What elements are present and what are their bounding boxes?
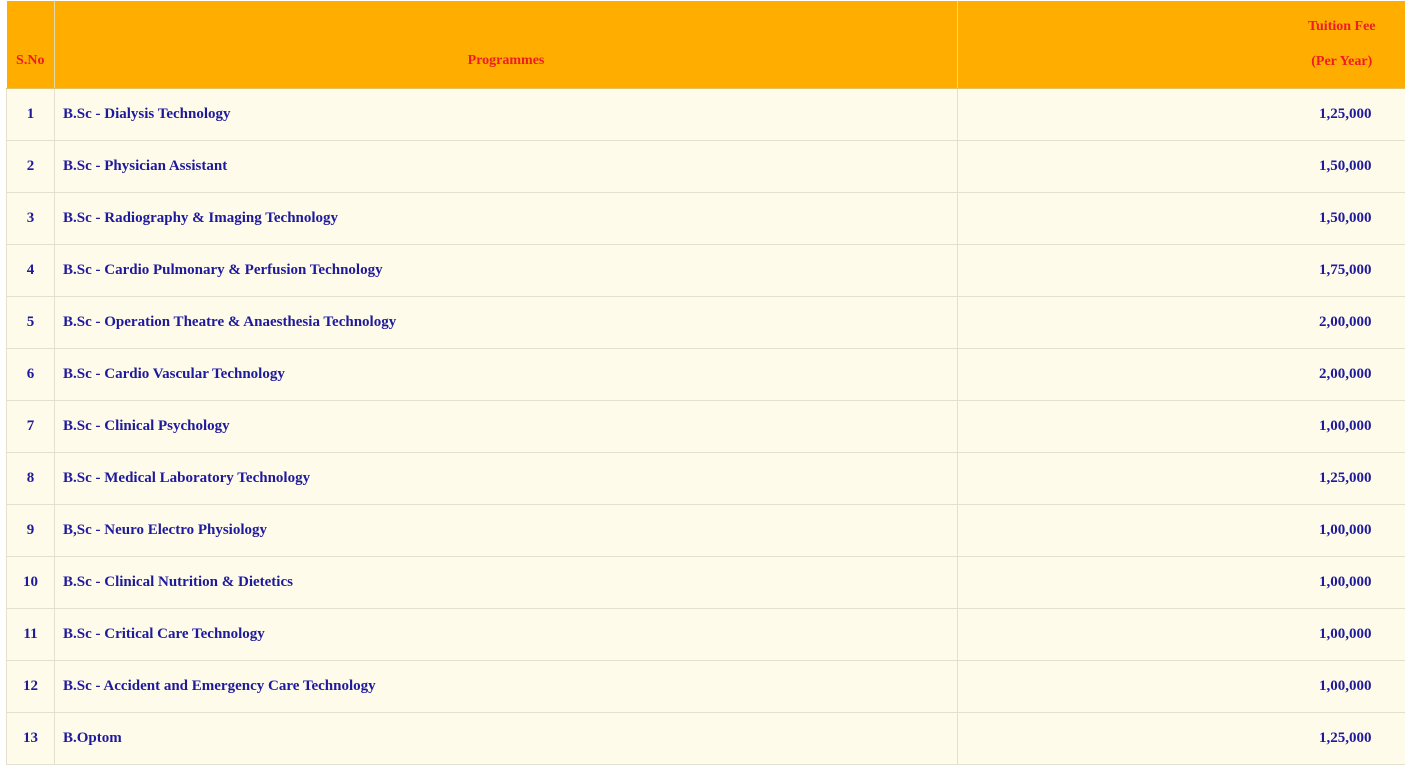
tuition-fee-table: S.No Programmes Tuition Fee (Per Year) 1… [6, 1, 1405, 765]
table-body: 1 B.Sc - Dialysis Technology 1,25,000 2 B.Sc… [6, 88, 1405, 765]
header-programmes: Programmes [54, 1, 958, 89]
table-row: 6 B.Sc - Cardio Vascular Technology 2,00,0… [6, 348, 1405, 401]
table-row: 8 B.Sc - Medical Laboratory Technology 1,2… [6, 452, 1405, 505]
row-programme: B.Sc - Physician Assistant [54, 140, 958, 193]
table-row: 7 B.Sc - Clinical Psychology 1,00,000 [6, 400, 1405, 453]
row-programme: B.Sc - Critical Care Technology [54, 608, 958, 661]
row-sno: 1 [6, 88, 55, 141]
table-row: 12 B.Sc - Accident and Emergency Care Tec… [6, 660, 1405, 713]
header-fee-title: Tuition Fee [1307, 18, 1376, 34]
row-sno: 12 [6, 660, 55, 713]
row-fee: 1,00,000 [957, 504, 1405, 557]
row-fee: 1,25,000 [957, 452, 1405, 505]
row-programme: B.Sc - Cardio Vascular Technology [54, 348, 958, 401]
row-programme: B.Sc - Operation Theatre & Anaesthesia T… [54, 296, 958, 349]
row-sno: 11 [6, 608, 55, 661]
row-fee: 2,00,000 [957, 296, 1405, 349]
table-row: 9 B,Sc - Neuro Electro Physiology 1,00,000 [6, 504, 1405, 557]
header-sno: S.No [6, 1, 55, 89]
row-sno: 9 [6, 504, 55, 557]
row-programme: B.Sc - Medical Laboratory Technology [54, 452, 958, 505]
row-fee: 1,00,000 [957, 608, 1405, 661]
row-programme: B.Sc - Cardio Pulmonary & Perfusion Tech… [54, 244, 958, 297]
row-sno: 5 [6, 296, 55, 349]
row-fee: 1,75,000 [957, 244, 1405, 297]
row-sno: 4 [6, 244, 55, 297]
row-sno: 7 [6, 400, 55, 453]
table-row: 13 B.Optom 1,25,000 [6, 712, 1405, 765]
table-row: 10 B.Sc - Clinical Nutrition & Dietetics 1… [6, 556, 1405, 609]
row-sno: 8 [6, 452, 55, 505]
table-row: 11 B.Sc - Critical Care Technology 1,00,00… [6, 608, 1405, 661]
row-fee: 1,50,000 [957, 140, 1405, 193]
table-row: 4 B.Sc - Cardio Pulmonary & Perfusion Tec… [6, 244, 1405, 297]
row-programme: B.Sc - Dialysis Technology [54, 88, 958, 141]
row-fee: 1,00,000 [957, 400, 1405, 453]
row-programme: B.Sc - Clinical Psychology [54, 400, 958, 453]
table-row: 1 B.Sc - Dialysis Technology 1,25,000 [6, 88, 1405, 141]
row-programme: B.Optom [54, 712, 958, 765]
row-programme: B.Sc - Radiography & Imaging Technology [54, 192, 958, 245]
row-fee: 1,25,000 [957, 712, 1405, 765]
header-tuition-fee: Tuition Fee (Per Year) [957, 1, 1405, 89]
row-fee: 2,00,000 [957, 348, 1405, 401]
table-header: S.No Programmes Tuition Fee (Per Year) [6, 1, 1405, 89]
row-programme: B,Sc - Neuro Electro Physiology [54, 504, 958, 557]
header-fee-period: (Per Year) [1311, 53, 1373, 69]
table-row: 3 B.Sc - Radiography & Imaging Technology… [6, 192, 1405, 245]
row-sno: 6 [6, 348, 55, 401]
row-sno: 10 [6, 556, 55, 609]
row-programme: B.Sc - Clinical Nutrition & Dietetics [54, 556, 958, 609]
row-fee: 1,25,000 [957, 88, 1405, 141]
row-sno: 2 [6, 140, 55, 193]
row-sno: 3 [6, 192, 55, 245]
table-row: 2 B.Sc - Physician Assistant 1,50,000 [6, 140, 1405, 193]
header-row: S.No Programmes Tuition Fee (Per Year) [6, 1, 1405, 89]
row-sno: 13 [6, 712, 55, 765]
table-row: 5 B.Sc - Operation Theatre & Anaesthesia … [6, 296, 1405, 349]
row-fee: 1,00,000 [957, 660, 1405, 713]
row-fee: 1,50,000 [957, 192, 1405, 245]
row-programme: B.Sc - Accident and Emergency Care Techn… [54, 660, 958, 713]
row-fee: 1,00,000 [957, 556, 1405, 609]
